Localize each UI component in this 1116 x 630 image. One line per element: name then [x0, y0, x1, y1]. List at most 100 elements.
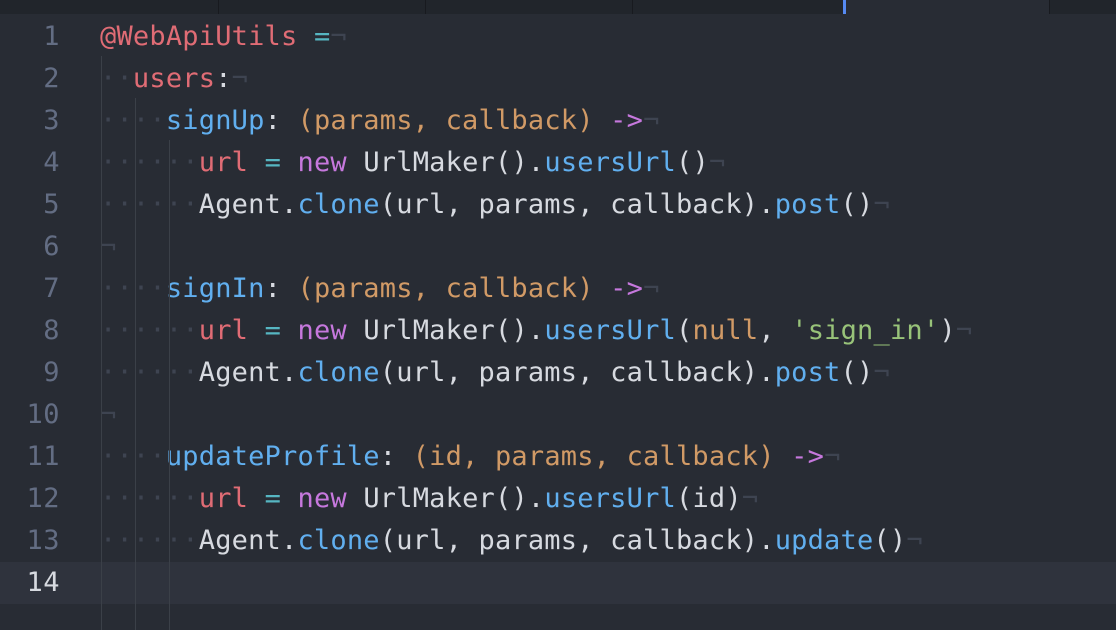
code-text[interactable]: ¬ — [100, 394, 116, 436]
code-token: (url, params, callback). — [379, 189, 775, 220]
code-token: : — [264, 105, 298, 136]
tab-2[interactable] — [219, 0, 426, 14]
invisible-char: ¬ — [955, 315, 973, 346]
code-token: clone — [297, 189, 380, 220]
code-text[interactable]: ······url = new UrlMaker().usersUrl()¬ — [100, 142, 725, 184]
code-token: Agent. — [198, 525, 298, 556]
code-line[interactable]: 7 ····signIn: (params, callback) ->¬ — [0, 268, 1116, 310]
invisible-char: ······ — [100, 315, 199, 346]
code-token: users — [132, 63, 216, 94]
invisible-char: ¬ — [330, 21, 347, 52]
line-number: 11 — [26, 441, 60, 472]
line-number: 14 — [26, 567, 60, 598]
invisible-char: ·· — [100, 63, 133, 94]
code-token: new — [297, 315, 347, 346]
code-token: = — [313, 21, 331, 52]
invisible-char: ¬ — [100, 231, 117, 262]
code-line[interactable]: 6 ¬ — [0, 226, 1116, 268]
invisible-char: ¬ — [873, 357, 890, 388]
code-text[interactable]: @WebApiUtils =¬ — [100, 16, 347, 58]
invisible-char: ¬ — [231, 63, 249, 94]
code-line[interactable]: 12 ······url = new UrlMaker().usersUrl(id… — [0, 478, 1116, 520]
tab-1[interactable] — [0, 0, 219, 14]
code-token: : — [264, 273, 298, 304]
code-token: updateProfile — [165, 441, 380, 472]
code-text[interactable]: ··users:¬ — [100, 58, 248, 100]
code-token: new — [297, 483, 347, 514]
code-line[interactable]: 8 ······url = new UrlMaker().usersUrl(nul… — [0, 310, 1116, 352]
code-token: Agent. — [198, 357, 298, 388]
code-text[interactable]: ····signIn: (params, callback) ->¬ — [100, 268, 660, 310]
code-token: : — [379, 441, 413, 472]
code-token: () — [676, 147, 709, 178]
code-token: (params, callback) — [297, 273, 594, 304]
code-text[interactable]: ······Agent.clone(url, params, callback)… — [100, 520, 923, 562]
tab-3[interactable] — [426, 0, 633, 14]
invisible-char: ···· — [100, 273, 166, 304]
line-number: 9 — [43, 357, 60, 388]
code-token: () — [873, 525, 907, 556]
code-editor[interactable]: 1 @WebApiUtils =¬ 2 ··users:¬ 3 ····signUp: (… — [0, 14, 1116, 630]
code-token: () — [840, 189, 874, 220]
code-line[interactable]: 14 — [0, 562, 1116, 604]
code-line[interactable]: 11 ····updateProfile: (id, params, callba… — [0, 436, 1116, 478]
code-line[interactable]: 2 ··users:¬ — [0, 58, 1116, 100]
line-number: 3 — [43, 105, 60, 136]
code-token: signIn — [165, 273, 265, 304]
code-token: url — [198, 315, 249, 346]
line-number: 1 — [43, 21, 60, 52]
code-line[interactable]: 4 ······url = new UrlMaker().usersUrl()¬ — [0, 142, 1116, 184]
code-line[interactable]: 5 ······Agent.clone(url, params, callback… — [0, 184, 1116, 226]
code-text[interactable]: ····signUp: (params, callback) ->¬ — [100, 100, 660, 142]
code-text[interactable]: ¬ — [100, 226, 116, 268]
indent-guide — [169, 140, 170, 630]
code-line[interactable]: 10 ¬ — [0, 394, 1116, 436]
invisible-char: ···· — [100, 441, 166, 472]
code-text[interactable]: ······url = new UrlMaker().usersUrl(null… — [100, 310, 972, 352]
indent-guide — [135, 98, 136, 630]
code-token: () — [840, 357, 874, 388]
invisible-char: ¬ — [741, 483, 759, 514]
tab-4[interactable] — [633, 0, 844, 14]
code-token: @WebApiUtils — [100, 21, 298, 52]
code-text[interactable]: ······Agent.clone(url, params, callback)… — [100, 184, 890, 226]
code-line[interactable]: 9 ······Agent.clone(url, params, callback… — [0, 352, 1116, 394]
code-token: post — [774, 189, 841, 220]
line-number: 2 — [43, 63, 60, 94]
invisible-char: ¬ — [643, 105, 660, 136]
invisible-char: ······ — [100, 189, 199, 220]
code-text[interactable]: ······Agent.clone(url, params, callback)… — [100, 352, 890, 394]
code-token: (id) — [676, 483, 742, 514]
code-token: -> — [610, 105, 644, 136]
code-token: (params, callback) — [297, 105, 594, 136]
invisible-char: ¬ — [708, 147, 726, 178]
code-token: url — [198, 483, 249, 514]
code-line[interactable]: 13 ······Agent.clone(url, params, callbac… — [0, 520, 1116, 562]
code-token: UrlMaker(). — [346, 483, 545, 514]
code-token: signUp — [165, 105, 265, 136]
code-line[interactable]: 3 ····signUp: (params, callback) ->¬ — [0, 100, 1116, 142]
code-token: -> — [791, 441, 825, 472]
code-token: UrlMaker(). — [346, 147, 545, 178]
tab-active[interactable] — [843, 0, 1050, 14]
code-token: (url, params, callback). — [379, 525, 775, 556]
code-token: 'sign_in' — [791, 315, 940, 346]
code-line[interactable]: 1 @WebApiUtils =¬ — [0, 16, 1116, 58]
indent-guide — [101, 56, 102, 630]
code-token: = — [264, 483, 282, 514]
code-token: update — [774, 525, 874, 556]
invisible-char: ¬ — [906, 525, 923, 556]
code-text[interactable]: ······url = new UrlMaker().usersUrl(id)¬ — [100, 478, 758, 520]
invisible-char: ¬ — [824, 441, 841, 472]
code-token: usersUrl — [544, 147, 677, 178]
code-text[interactable]: ····updateProfile: (id, params, callback… — [100, 436, 841, 478]
invisible-char: ······ — [100, 525, 199, 556]
